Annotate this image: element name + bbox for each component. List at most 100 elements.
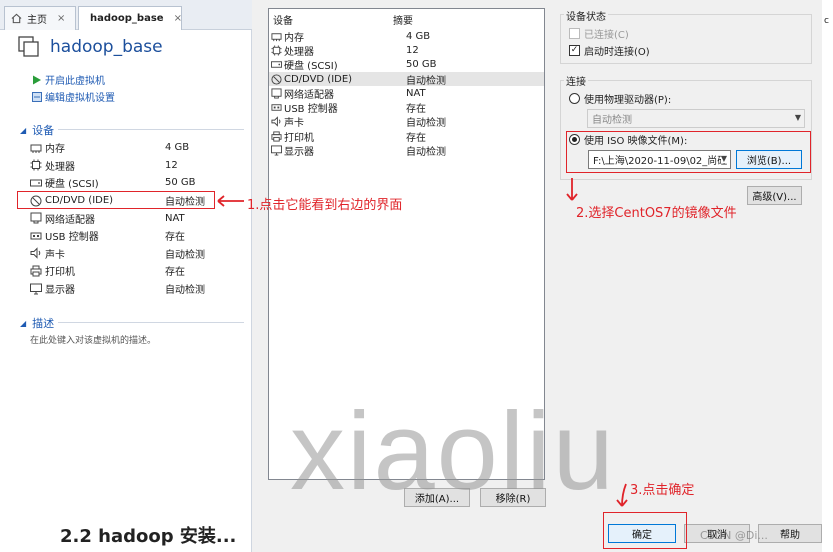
- hardware-summary: 12: [406, 44, 419, 56]
- hardware-name: 内存: [284, 32, 304, 44]
- power-on-link[interactable]: 开启此虚拟机: [32, 71, 115, 88]
- hardware-row-network[interactable]: 网络适配器 NAT: [269, 86, 544, 101]
- tab-home[interactable]: 主页 ×: [4, 6, 76, 30]
- device-row-sound[interactable]: 声卡 自动检测: [30, 245, 240, 263]
- device-name: USB 控制器: [45, 232, 99, 244]
- device-row-memory[interactable]: 内存 4 GB: [30, 139, 240, 157]
- tab-hadoop-base[interactable]: hadoop_base ×: [78, 6, 182, 30]
- column-header-device[interactable]: 设备: [269, 12, 393, 27]
- close-icon[interactable]: ×: [174, 13, 182, 24]
- advanced-button[interactable]: 高级(V)...: [747, 186, 802, 205]
- description-section-title: 描述: [32, 317, 55, 330]
- device-name: 内存: [45, 144, 65, 156]
- radio-dot: [569, 93, 580, 104]
- memory-icon: [30, 144, 42, 153]
- edge-glyph: c: [824, 16, 829, 26]
- vm-library-panel: 主页 × hadoop_base × hadoop_base 开启此虚拟机 编辑…: [0, 0, 252, 552]
- hardware-name: 显示器: [284, 147, 314, 159]
- network-icon: [30, 212, 42, 224]
- device-row-printer[interactable]: 打印机 存在: [30, 262, 240, 280]
- hardware-row-printer[interactable]: 打印机 存在: [269, 129, 544, 144]
- highlight-box-cd-dvd: [17, 191, 215, 209]
- device-list: 内存 4 GB 处理器 12 硬盘 (SCSI) 50 GB CD/DVD (I…: [30, 139, 240, 297]
- hardware-summary: 4 GB: [406, 30, 431, 42]
- device-value: 12: [165, 159, 178, 171]
- device-name: 显示器: [45, 285, 75, 297]
- device-row-monitor[interactable]: 显示器 自动检测: [30, 280, 240, 298]
- hardware-row-harddisk[interactable]: 硬盘 (SCSI) 50 GB: [269, 58, 544, 72]
- device-row-usb[interactable]: USB 控制器 存在: [30, 227, 240, 245]
- device-status-title: 设备状态: [564, 8, 608, 23]
- edit-settings-link[interactable]: 编辑虚拟机设置: [32, 88, 115, 105]
- device-name: 硬盘 (SCSI): [45, 179, 99, 191]
- printer-icon: [30, 265, 42, 277]
- monitor-icon: [30, 283, 42, 295]
- device-row-harddisk[interactable]: 硬盘 (SCSI) 50 GB: [30, 174, 240, 192]
- device-value: NAT: [165, 212, 185, 224]
- hardware-row-cd-dvd[interactable]: CD/DVD (IDE) 自动检测: [269, 71, 544, 87]
- usb-icon: [271, 104, 282, 111]
- description-placeholder[interactable]: 在此处键入对该虚拟机的描述。: [30, 333, 156, 346]
- connected-checkbox[interactable]: 已连接(C): [569, 26, 629, 41]
- collapse-triangle-icon: ◢: [20, 318, 27, 328]
- column-header-summary[interactable]: 摘要: [393, 12, 413, 27]
- hardware-summary: NAT: [406, 87, 426, 99]
- highlight-box-ok: [603, 512, 687, 549]
- hardware-row-monitor[interactable]: 显示器 自动检测: [269, 143, 544, 159]
- printer-icon: [271, 131, 282, 142]
- hardware-summary: 自动检测: [406, 147, 446, 159]
- hardware-name: 声卡: [284, 118, 304, 130]
- device-name: 打印机: [45, 267, 75, 279]
- device-row-network[interactable]: 网络适配器 NAT: [30, 209, 240, 227]
- home-icon: [11, 13, 22, 24]
- hardware-summary: 自动检测: [406, 118, 446, 130]
- hardware-name: 打印机: [284, 132, 314, 144]
- connection-title: 连接: [564, 73, 588, 88]
- annotation-step2: 2.选择CentOS7的镜像文件: [576, 206, 737, 221]
- devices-section-title: 设备: [32, 124, 55, 137]
- cpu-icon: [271, 45, 282, 56]
- play-icon: [33, 75, 41, 84]
- device-value: 自动检测: [165, 285, 205, 297]
- physical-drive-value: 自动检测: [592, 115, 632, 126]
- highlight-box-iso: [566, 131, 811, 173]
- edit-settings-label: 编辑虚拟机设置: [45, 93, 115, 104]
- tab-hadoop-base-label: hadoop_base: [90, 13, 164, 24]
- csdn-watermark: CSDN @Di...: [700, 529, 768, 542]
- arrow-down-icon: [566, 178, 578, 201]
- device-name: 网络适配器: [45, 214, 95, 226]
- connect-at-power-on-checkbox[interactable]: ✓ 启动时连接(O): [569, 43, 650, 58]
- hardware-row-sound[interactable]: 声卡 自动检测: [269, 115, 544, 129]
- device-value: 50 GB: [165, 177, 196, 189]
- hardware-row-usb[interactable]: USB 控制器 存在: [269, 100, 544, 116]
- background-document-text: 2.2 hadoop 安装...: [60, 526, 237, 547]
- hardware-row-memory[interactable]: 内存 4 GB: [269, 29, 544, 44]
- sound-icon: [30, 247, 41, 260]
- memory-icon: [271, 32, 282, 41]
- device-name: 声卡: [45, 249, 65, 261]
- connect-at-power-on-label: 启动时连接(O): [584, 47, 650, 58]
- harddisk-icon: [30, 179, 42, 187]
- device-row-cpu[interactable]: 处理器 12: [30, 157, 240, 175]
- chevron-down-icon: ▼: [794, 113, 801, 122]
- harddisk-icon: [271, 61, 282, 68]
- power-on-label: 开启此虚拟机: [45, 76, 105, 87]
- description-section-header[interactable]: ◢ 描述: [20, 315, 244, 331]
- physical-drive-select[interactable]: 自动检测 ▼: [587, 109, 805, 128]
- hardware-row-cpu[interactable]: 处理器 12: [269, 43, 544, 58]
- sound-icon: [271, 116, 281, 128]
- checkbox-box: [569, 28, 580, 39]
- hardware-name: 网络适配器: [284, 89, 334, 101]
- connected-label: 已连接(C): [584, 30, 629, 41]
- hardware-name: 硬盘 (SCSI): [284, 61, 338, 73]
- use-physical-drive-radio[interactable]: 使用物理驱动器(P):: [569, 91, 671, 106]
- network-icon: [271, 88, 282, 99]
- hardware-summary: 自动检测: [406, 75, 446, 87]
- settings-icon: [32, 91, 42, 102]
- hardware-name: CD/DVD (IDE): [284, 73, 353, 85]
- close-icon[interactable]: ×: [57, 13, 65, 24]
- devices-section-header[interactable]: ◢ 设备: [20, 122, 244, 138]
- device-value: 4 GB: [165, 142, 190, 154]
- usb-icon: [30, 232, 42, 240]
- hardware-summary: 存在: [406, 104, 426, 116]
